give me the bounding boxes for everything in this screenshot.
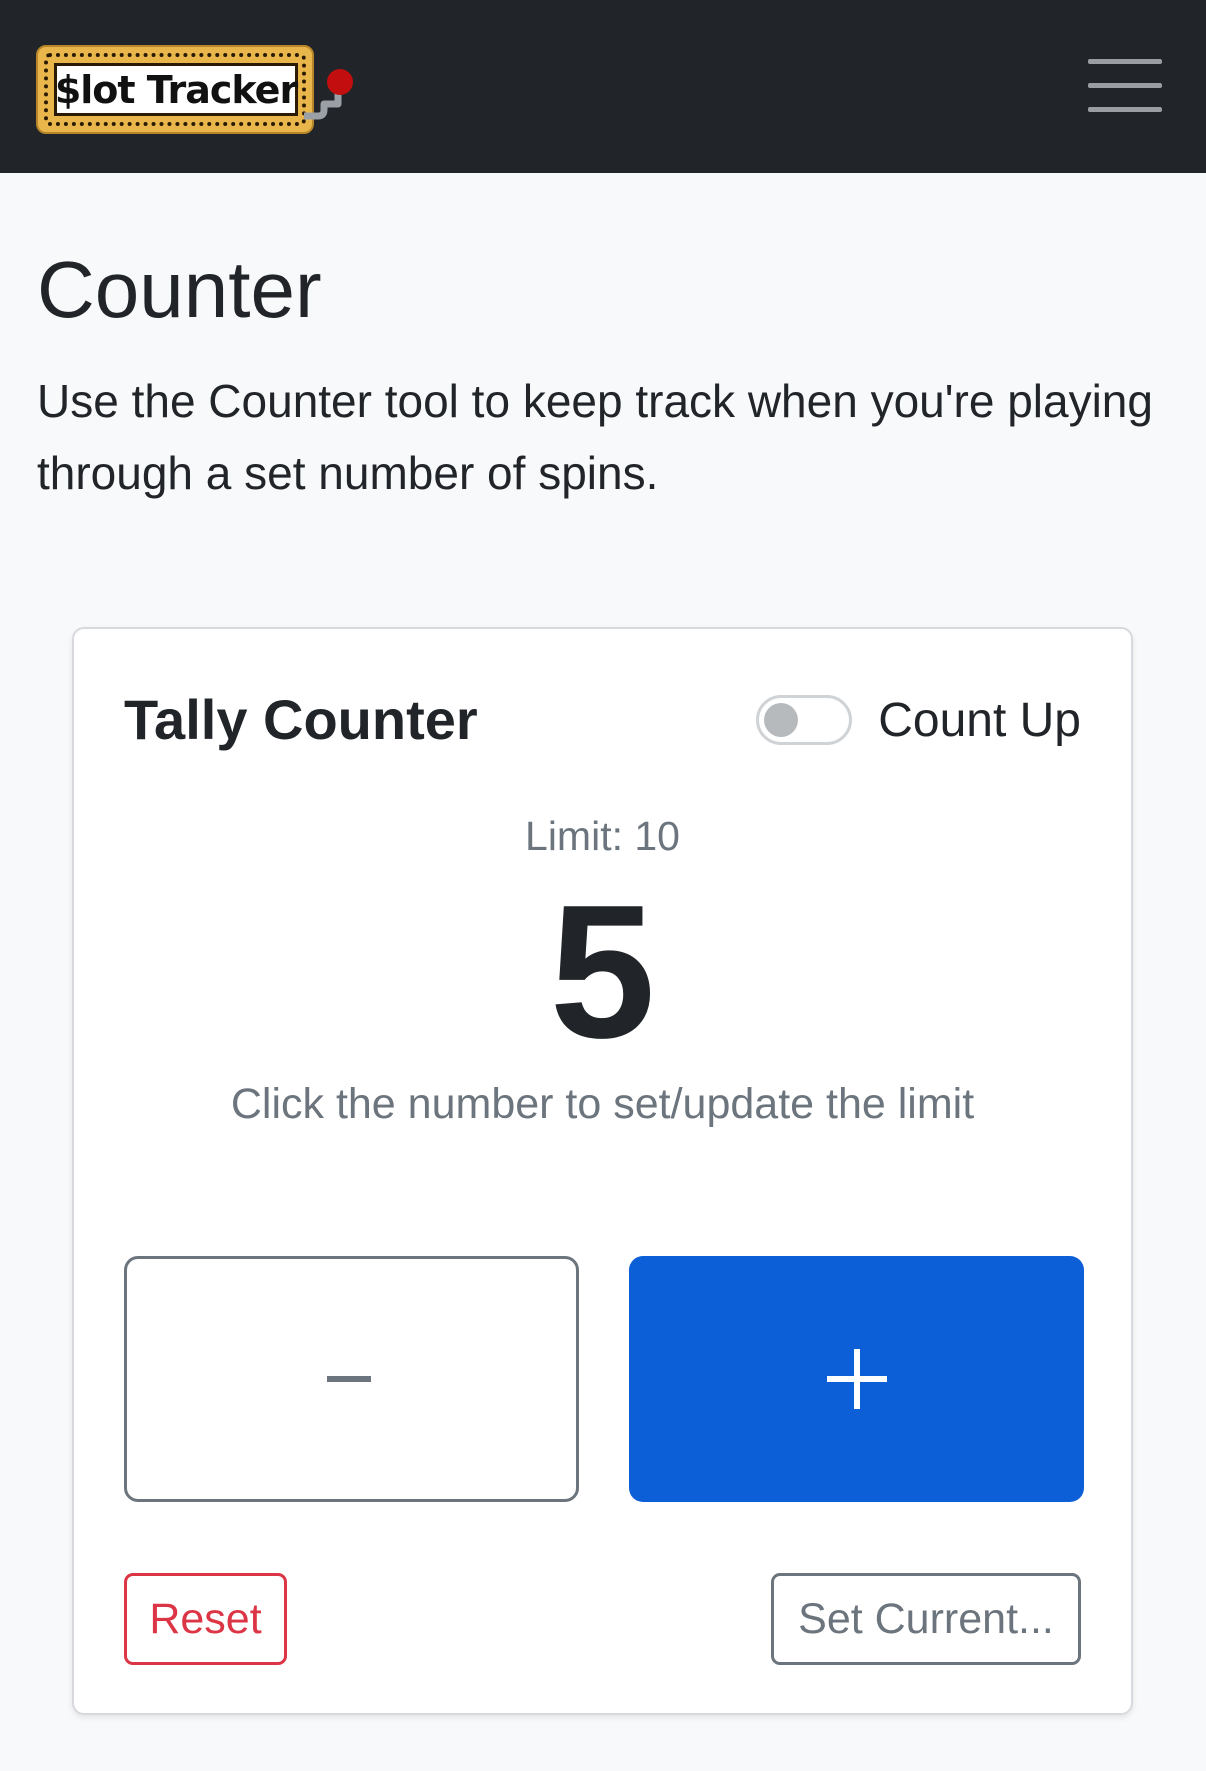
plus-icon — [826, 1349, 887, 1409]
hamburger-bar — [1088, 107, 1162, 112]
limit-hint: Click the number to set/update the limit — [230, 1080, 975, 1128]
logo-plate: $lot Tracker — [54, 63, 298, 116]
brand-text: $lot Tracker — [54, 67, 298, 112]
reset-button[interactable]: Reset — [124, 1573, 287, 1665]
set-current-button[interactable]: Set Current... — [771, 1573, 1081, 1665]
hamburger-bar — [1088, 83, 1162, 88]
counter-value[interactable]: 5 — [74, 877, 1131, 1067]
card-title: Tally Counter — [124, 688, 478, 751]
page-title: Counter — [37, 245, 322, 334]
count-up-toggle-group: Count Up — [756, 685, 1081, 755]
count-up-label[interactable]: Count Up — [878, 693, 1081, 748]
logo-marquee: $lot Tracker — [36, 45, 314, 134]
brand-logo[interactable]: $lot Tracker — [34, 40, 374, 140]
top-navbar: $lot Tracker — [0, 0, 1206, 173]
toggle-knob — [764, 703, 799, 737]
tally-counter-card: Tally Counter Count Up Limit: 10 5 Click… — [72, 627, 1133, 1715]
increment-button[interactable] — [629, 1256, 1084, 1502]
count-up-toggle[interactable] — [756, 695, 853, 745]
page-description: Use the Counter tool to keep track when … — [37, 375, 1153, 499]
hamburger-menu-icon[interactable] — [1088, 56, 1162, 118]
limit-text: Limit: 10 — [525, 813, 680, 859]
decrement-button[interactable] — [124, 1256, 579, 1502]
slot-lever-icon — [304, 69, 353, 120]
minus-icon — [326, 1376, 371, 1382]
hamburger-bar — [1088, 59, 1162, 64]
